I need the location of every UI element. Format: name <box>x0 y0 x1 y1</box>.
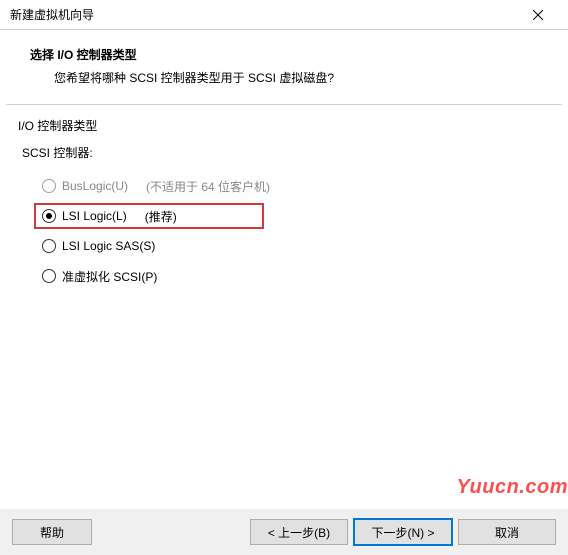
titlebar: 新建虚拟机向导 <box>0 0 568 30</box>
radio-hint-buslogic: (不适用于 64 位客户机) <box>146 178 270 195</box>
back-button[interactable]: < 上一步(B) <box>250 519 348 545</box>
close-button[interactable] <box>515 1 560 29</box>
section-label: I/O 控制器类型 <box>18 117 550 134</box>
radio-label-paravirt: 准虚拟化 SCSI(P) <box>62 268 157 285</box>
window-title: 新建虚拟机向导 <box>10 6 515 23</box>
button-bar: 帮助 < 上一步(B) 下一步(N) > 取消 <box>0 509 568 555</box>
watermark: Yuucn.com <box>456 476 568 499</box>
close-icon <box>533 10 543 20</box>
wizard-window: 新建虚拟机向导 选择 I/O 控制器类型 您希望将哪种 SCSI 控制器类型用于… <box>0 0 568 555</box>
next-button[interactable]: 下一步(N) > <box>354 519 452 545</box>
radio-hint-lsilogic: (推荐) <box>145 208 177 225</box>
highlight-box: LSI Logic(L) (推荐) <box>34 203 264 229</box>
radio-input-buslogic <box>42 179 56 193</box>
cancel-button[interactable]: 取消 <box>458 519 556 545</box>
page-title: 选择 I/O 控制器类型 <box>30 46 568 63</box>
radio-option-buslogic: BusLogic(U) (不适用于 64 位客户机) <box>42 171 550 201</box>
radio-input-lsilogic[interactable] <box>42 209 56 223</box>
radio-group-scsi: BusLogic(U) (不适用于 64 位客户机) LSI Logic(L) … <box>18 171 550 291</box>
help-button[interactable]: 帮助 <box>12 519 92 545</box>
radio-dot-icon <box>46 213 52 219</box>
content-area: I/O 控制器类型 SCSI 控制器: BusLogic(U) (不适用于 64… <box>0 105 568 509</box>
radio-option-paravirt[interactable]: 准虚拟化 SCSI(P) <box>42 261 550 291</box>
scsi-controller-label: SCSI 控制器: <box>22 144 550 161</box>
radio-input-paravirt[interactable] <box>42 269 56 283</box>
page-subtitle: 您希望将哪种 SCSI 控制器类型用于 SCSI 虚拟磁盘? <box>30 69 568 86</box>
radio-label-lsisas: LSI Logic SAS(S) <box>62 239 155 253</box>
radio-label-buslogic: BusLogic(U) <box>62 179 128 193</box>
radio-option-lsilogic[interactable]: LSI Logic(L) (推荐) <box>42 201 550 231</box>
radio-input-lsisas[interactable] <box>42 239 56 253</box>
radio-option-lsisas[interactable]: LSI Logic SAS(S) <box>42 231 550 261</box>
radio-label-lsilogic: LSI Logic(L) <box>62 209 127 223</box>
wizard-header: 选择 I/O 控制器类型 您希望将哪种 SCSI 控制器类型用于 SCSI 虚拟… <box>0 30 568 104</box>
